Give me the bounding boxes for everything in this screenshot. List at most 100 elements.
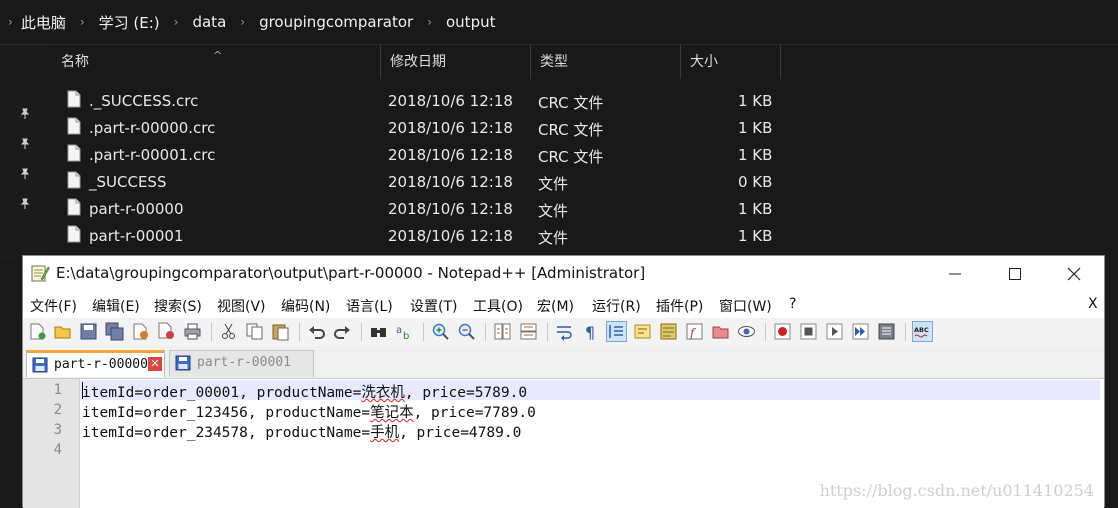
indent-guide-icon[interactable] xyxy=(606,321,627,342)
sync-horizontal-icon[interactable] xyxy=(519,322,538,341)
column-header-size[interactable]: 大小 xyxy=(681,45,781,79)
column-header-date[interactable]: 修改日期 xyxy=(381,45,531,79)
chevron-right-icon[interactable]: › xyxy=(162,15,191,29)
zoom-in-icon[interactable] xyxy=(431,322,450,341)
close-document-button[interactable]: X xyxy=(1088,296,1098,312)
chevron-right-icon[interactable]: › xyxy=(415,15,444,29)
code-line[interactable]: itemId=order_123456, productName=笔记本, pr… xyxy=(82,401,536,422)
save-macro-icon[interactable] xyxy=(877,322,896,341)
menu-run[interactable]: 运行(R) xyxy=(592,296,641,316)
file-name: _SUCCESS xyxy=(89,173,167,191)
find-icon[interactable] xyxy=(369,322,388,341)
folder-as-workspace-icon[interactable] xyxy=(711,322,730,341)
file-row[interactable]: part-r-00001 2018/10/6 12:18 文件 1 KB xyxy=(52,222,792,249)
text-editor[interactable]: 1 2 3 4 itemId=order_00001, productName=… xyxy=(23,379,1104,508)
record-macro-icon[interactable] xyxy=(773,322,792,341)
svg-text:a: a xyxy=(396,325,402,336)
line-number: 3 xyxy=(53,422,62,438)
file-row[interactable]: .part-r-00000.crc 2018/10/6 12:18 CRC 文件… xyxy=(52,114,792,141)
new-file-icon[interactable] xyxy=(28,322,47,341)
tab-part-r-00000[interactable]: part-r-00000 ✕ xyxy=(26,350,165,377)
notepadpp-icon xyxy=(31,265,50,282)
close-tab-icon[interactable]: ✕ xyxy=(148,357,162,371)
menu-edit[interactable]: 编辑(E) xyxy=(92,296,140,316)
save-icon[interactable] xyxy=(79,322,98,341)
tab-label: part-r-00000 xyxy=(54,357,148,372)
code-line[interactable]: itemId=order_00001, productName=洗衣机, pri… xyxy=(82,381,527,402)
menu-macro[interactable]: 宏(M) xyxy=(537,296,574,316)
menu-file[interactable]: 文件(F) xyxy=(30,296,77,316)
menu-help[interactable]: ? xyxy=(789,296,796,312)
file-name: part-r-00000 xyxy=(89,200,184,218)
show-all-characters-icon[interactable]: ¶ xyxy=(581,322,600,341)
code-line[interactable]: itemId=order_234578, productName=手机, pri… xyxy=(82,421,521,442)
menu-search[interactable]: 搜索(S) xyxy=(154,296,202,316)
menu-tools[interactable]: 工具(O) xyxy=(473,296,523,316)
address-bar[interactable]: › 此电脑 › 学习 (E:) › data › groupingcompara… xyxy=(0,0,1118,45)
file-row[interactable]: _SUCCESS 2018/10/6 12:18 文件 0 KB xyxy=(52,168,792,195)
pin-icon[interactable] xyxy=(19,165,31,179)
undo-icon[interactable] xyxy=(307,322,326,341)
pin-icon[interactable] xyxy=(19,195,31,209)
pin-icon[interactable] xyxy=(19,135,31,149)
playback-macro-icon[interactable] xyxy=(825,322,844,341)
toolbar-separator xyxy=(765,323,766,341)
toolbar-separator xyxy=(211,323,212,341)
tab-part-r-00001[interactable]: part-r-00001 xyxy=(169,350,314,377)
file-row[interactable]: .part-r-00001.crc 2018/10/6 12:18 CRC 文件… xyxy=(52,141,792,168)
file-icon xyxy=(67,171,81,189)
maximize-icon[interactable] xyxy=(1003,262,1027,286)
svg-text:ABC: ABC xyxy=(914,326,929,334)
word-wrap-icon[interactable] xyxy=(555,322,574,341)
menu-bar: 文件(F) 编辑(E) 搜索(S) 视图(V) 编码(N) 语言(L) 设置(T… xyxy=(23,292,1104,318)
cut-icon[interactable] xyxy=(219,322,238,341)
menu-view[interactable]: 视图(V) xyxy=(217,296,266,316)
open-folder-icon[interactable] xyxy=(53,322,72,341)
minimize-icon[interactable] xyxy=(943,262,967,286)
save-all-icon[interactable] xyxy=(105,322,124,341)
toolbar-separator xyxy=(905,323,906,341)
file-icon xyxy=(67,117,81,135)
zoom-out-icon[interactable] xyxy=(457,322,476,341)
replace-icon[interactable]: ab xyxy=(395,322,414,341)
column-header-name[interactable]: ^ 名称 xyxy=(52,45,381,79)
file-size: 1 KB xyxy=(738,146,773,164)
run-macro-multiple-icon[interactable] xyxy=(851,322,870,341)
close-file-icon[interactable] xyxy=(131,322,150,341)
file-size: 1 KB xyxy=(738,227,773,245)
menu-window[interactable]: 窗口(W) xyxy=(719,296,772,316)
menu-language[interactable]: 语言(L) xyxy=(346,296,393,316)
menu-settings[interactable]: 设置(T) xyxy=(410,296,457,316)
stop-recording-icon[interactable] xyxy=(799,322,818,341)
print-icon[interactable] xyxy=(183,322,202,341)
chevron-right-icon[interactable]: › xyxy=(228,15,257,29)
breadcrumb-data[interactable]: data xyxy=(190,13,228,31)
file-size: 1 KB xyxy=(738,200,773,218)
sync-vertical-icon[interactable] xyxy=(493,322,512,341)
file-date: 2018/10/6 12:18 xyxy=(388,173,513,191)
redo-icon[interactable] xyxy=(333,322,352,341)
menu-plugins[interactable]: 插件(P) xyxy=(656,296,703,316)
chevron-right-icon[interactable]: › xyxy=(0,15,19,29)
spell-check-icon[interactable]: ABC xyxy=(912,321,933,342)
document-map-icon[interactable] xyxy=(659,322,678,341)
close-all-icon[interactable] xyxy=(157,322,176,341)
monitoring-icon[interactable] xyxy=(737,322,756,341)
function-list-icon[interactable]: f xyxy=(685,322,704,341)
breadcrumb-this-pc[interactable]: 此电脑 xyxy=(19,12,68,33)
menu-encoding[interactable]: 编码(N) xyxy=(281,296,330,316)
chevron-right-icon[interactable]: › xyxy=(68,15,97,29)
paste-icon[interactable] xyxy=(271,322,290,341)
copy-icon[interactable] xyxy=(245,322,264,341)
file-type: CRC 文件 xyxy=(538,94,604,112)
close-icon[interactable] xyxy=(1062,262,1086,286)
breadcrumb-output[interactable]: output xyxy=(444,13,497,31)
column-header-type[interactable]: 类型 xyxy=(531,45,681,79)
file-row[interactable]: part-r-00000 2018/10/6 12:18 文件 1 KB xyxy=(52,195,792,222)
pin-icon[interactable] xyxy=(19,105,31,119)
user-defined-language-icon[interactable] xyxy=(633,322,652,341)
breadcrumb-drive-e[interactable]: 学习 (E:) xyxy=(97,12,162,33)
breadcrumb-groupingcomparator[interactable]: groupingcomparator xyxy=(257,13,415,31)
title-bar[interactable]: E:\data\groupingcomparator\output\part-r… xyxy=(23,256,1104,292)
file-row[interactable]: ._SUCCESS.crc 2018/10/6 12:18 CRC 文件 1 K… xyxy=(52,87,792,114)
